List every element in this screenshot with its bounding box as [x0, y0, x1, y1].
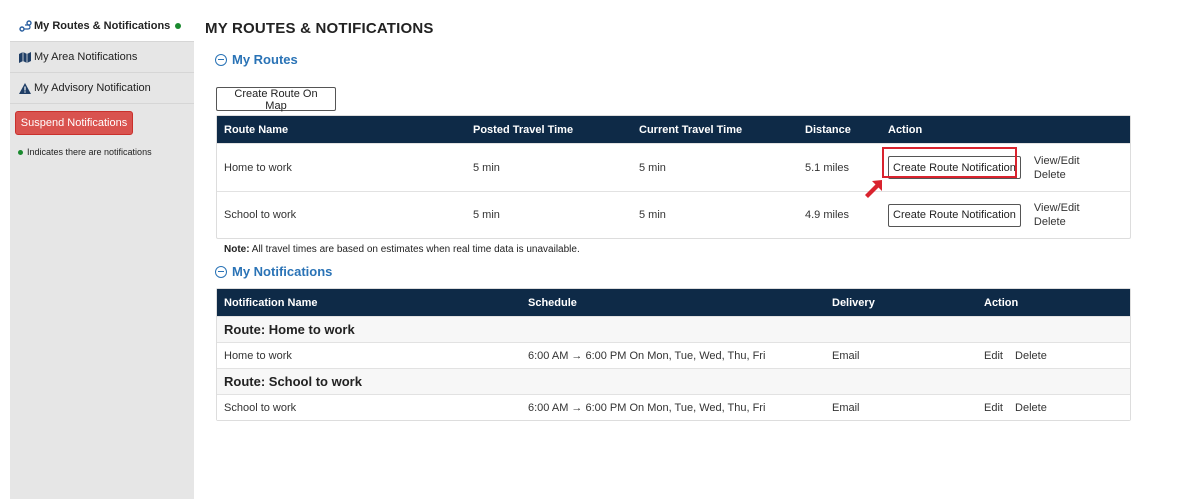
- delete-link[interactable]: Delete: [1034, 215, 1080, 229]
- my-notifications-section-toggle[interactable]: My Notifications: [215, 264, 332, 279]
- warning-icon: [18, 82, 32, 94]
- action-cell: Create Route Notification View/Edit Dele…: [881, 201, 1080, 229]
- column-header: Posted Travel Time: [473, 123, 574, 136]
- column-header: Distance: [805, 123, 851, 136]
- posted-travel-time: 5 min: [473, 209, 500, 221]
- sidebar-item-area-notifications[interactable]: My Area Notifications: [10, 42, 194, 73]
- route-group-header: Route: Home to work: [217, 316, 1130, 342]
- route-icon: [18, 19, 32, 32]
- action-links: View/Edit Delete: [1034, 154, 1080, 182]
- posted-travel-time: 5 min: [473, 161, 500, 174]
- section-title: My Routes: [232, 52, 298, 67]
- delete-link[interactable]: Delete: [1034, 168, 1080, 182]
- column-header: Notification Name: [224, 296, 318, 309]
- column-header: Action: [888, 123, 923, 136]
- notification-name: Home to work: [224, 349, 292, 362]
- column-header: Current Travel Time: [639, 123, 743, 136]
- schedule: 6:00 AM → 6:00 PM On Mon, Tue, Wed, Thu,…: [528, 349, 766, 362]
- sidebar-item-my-routes[interactable]: My Routes & Notifications: [10, 10, 194, 42]
- column-header: Delivery: [832, 296, 875, 309]
- sidebar-item-label: My Routes & Notifications: [34, 19, 171, 32]
- section-title: My Notifications: [232, 264, 333, 279]
- view-edit-link[interactable]: View/Edit: [1034, 201, 1080, 215]
- column-header: Schedule: [528, 296, 577, 309]
- current-travel-time: 5 min: [639, 209, 666, 221]
- route-name: Home to work: [224, 161, 292, 174]
- table-row: School to work 6:00 AM → 6:00 PM On Mon,…: [217, 394, 1130, 420]
- map-icon: [18, 51, 32, 63]
- action-links: View/Edit Delete: [1034, 201, 1080, 229]
- table-header: Route Name Posted Travel Time Current Tr…: [217, 116, 1130, 143]
- sidebar-item-label: My Area Notifications: [34, 51, 138, 63]
- notification-name: School to work: [224, 401, 297, 414]
- collapse-icon: [215, 53, 227, 66]
- note-label: Note:: [224, 244, 250, 255]
- my-routes-section-toggle[interactable]: My Routes: [215, 52, 298, 67]
- table-row: School to work 5 min 5 min 4.9 miles Cre…: [217, 191, 1130, 238]
- notification-legend: Indicates there are notifications: [18, 147, 194, 157]
- distance: 4.9 miles: [805, 209, 850, 221]
- current-travel-time: 5 min: [639, 161, 666, 174]
- table-header: Notification Name Schedule Delivery Acti…: [217, 289, 1130, 316]
- distance: 5.1 miles: [805, 161, 850, 174]
- notifications-table: Notification Name Schedule Delivery Acti…: [216, 288, 1131, 421]
- delete-link[interactable]: Delete: [1015, 402, 1047, 414]
- collapse-icon: [215, 265, 227, 278]
- delete-link[interactable]: Delete: [1015, 350, 1047, 362]
- action-cell: Edit Delete: [977, 350, 1047, 362]
- route-name: School to work: [224, 209, 297, 221]
- view-edit-link[interactable]: View/Edit: [1034, 154, 1080, 168]
- travel-time-note: Note: All travel times are based on esti…: [224, 244, 580, 255]
- page-title: MY ROUTES & NOTIFICATIONS: [205, 20, 434, 37]
- delivery: Email: [832, 349, 860, 362]
- highlight-box: [882, 147, 1017, 178]
- sidebar-item-label: My Advisory Notification: [34, 82, 151, 94]
- create-route-on-map-button[interactable]: Create Route On Map: [216, 87, 336, 112]
- pointer-arrow-icon: [865, 180, 882, 198]
- action-cell: Edit Delete: [977, 402, 1047, 414]
- create-route-notification-button[interactable]: Create Route Notification: [888, 203, 1021, 227]
- route-group-header: Route: School to work: [217, 368, 1130, 394]
- column-header: Route Name: [224, 123, 289, 136]
- edit-link[interactable]: Edit: [984, 402, 1003, 414]
- schedule: 6:00 AM → 6:00 PM On Mon, Tue, Wed, Thu,…: [528, 401, 766, 414]
- delivery: Email: [832, 401, 860, 414]
- note-text: All travel times are based on estimates …: [249, 244, 580, 255]
- notification-indicator: [175, 22, 182, 29]
- suspend-notifications-button[interactable]: Suspend Notifications: [15, 111, 133, 135]
- edit-link[interactable]: Edit: [984, 350, 1003, 362]
- sidebar-item-advisory-notification[interactable]: My Advisory Notification: [10, 73, 194, 104]
- sidebar: My Routes & Notifications My Area Notifi…: [10, 10, 194, 499]
- table-row: Home to work 6:00 AM → 6:00 PM On Mon, T…: [217, 342, 1130, 368]
- legend-text: Indicates there are notifications: [27, 147, 152, 157]
- column-header: Action: [984, 296, 1019, 309]
- notification-indicator: [18, 149, 23, 155]
